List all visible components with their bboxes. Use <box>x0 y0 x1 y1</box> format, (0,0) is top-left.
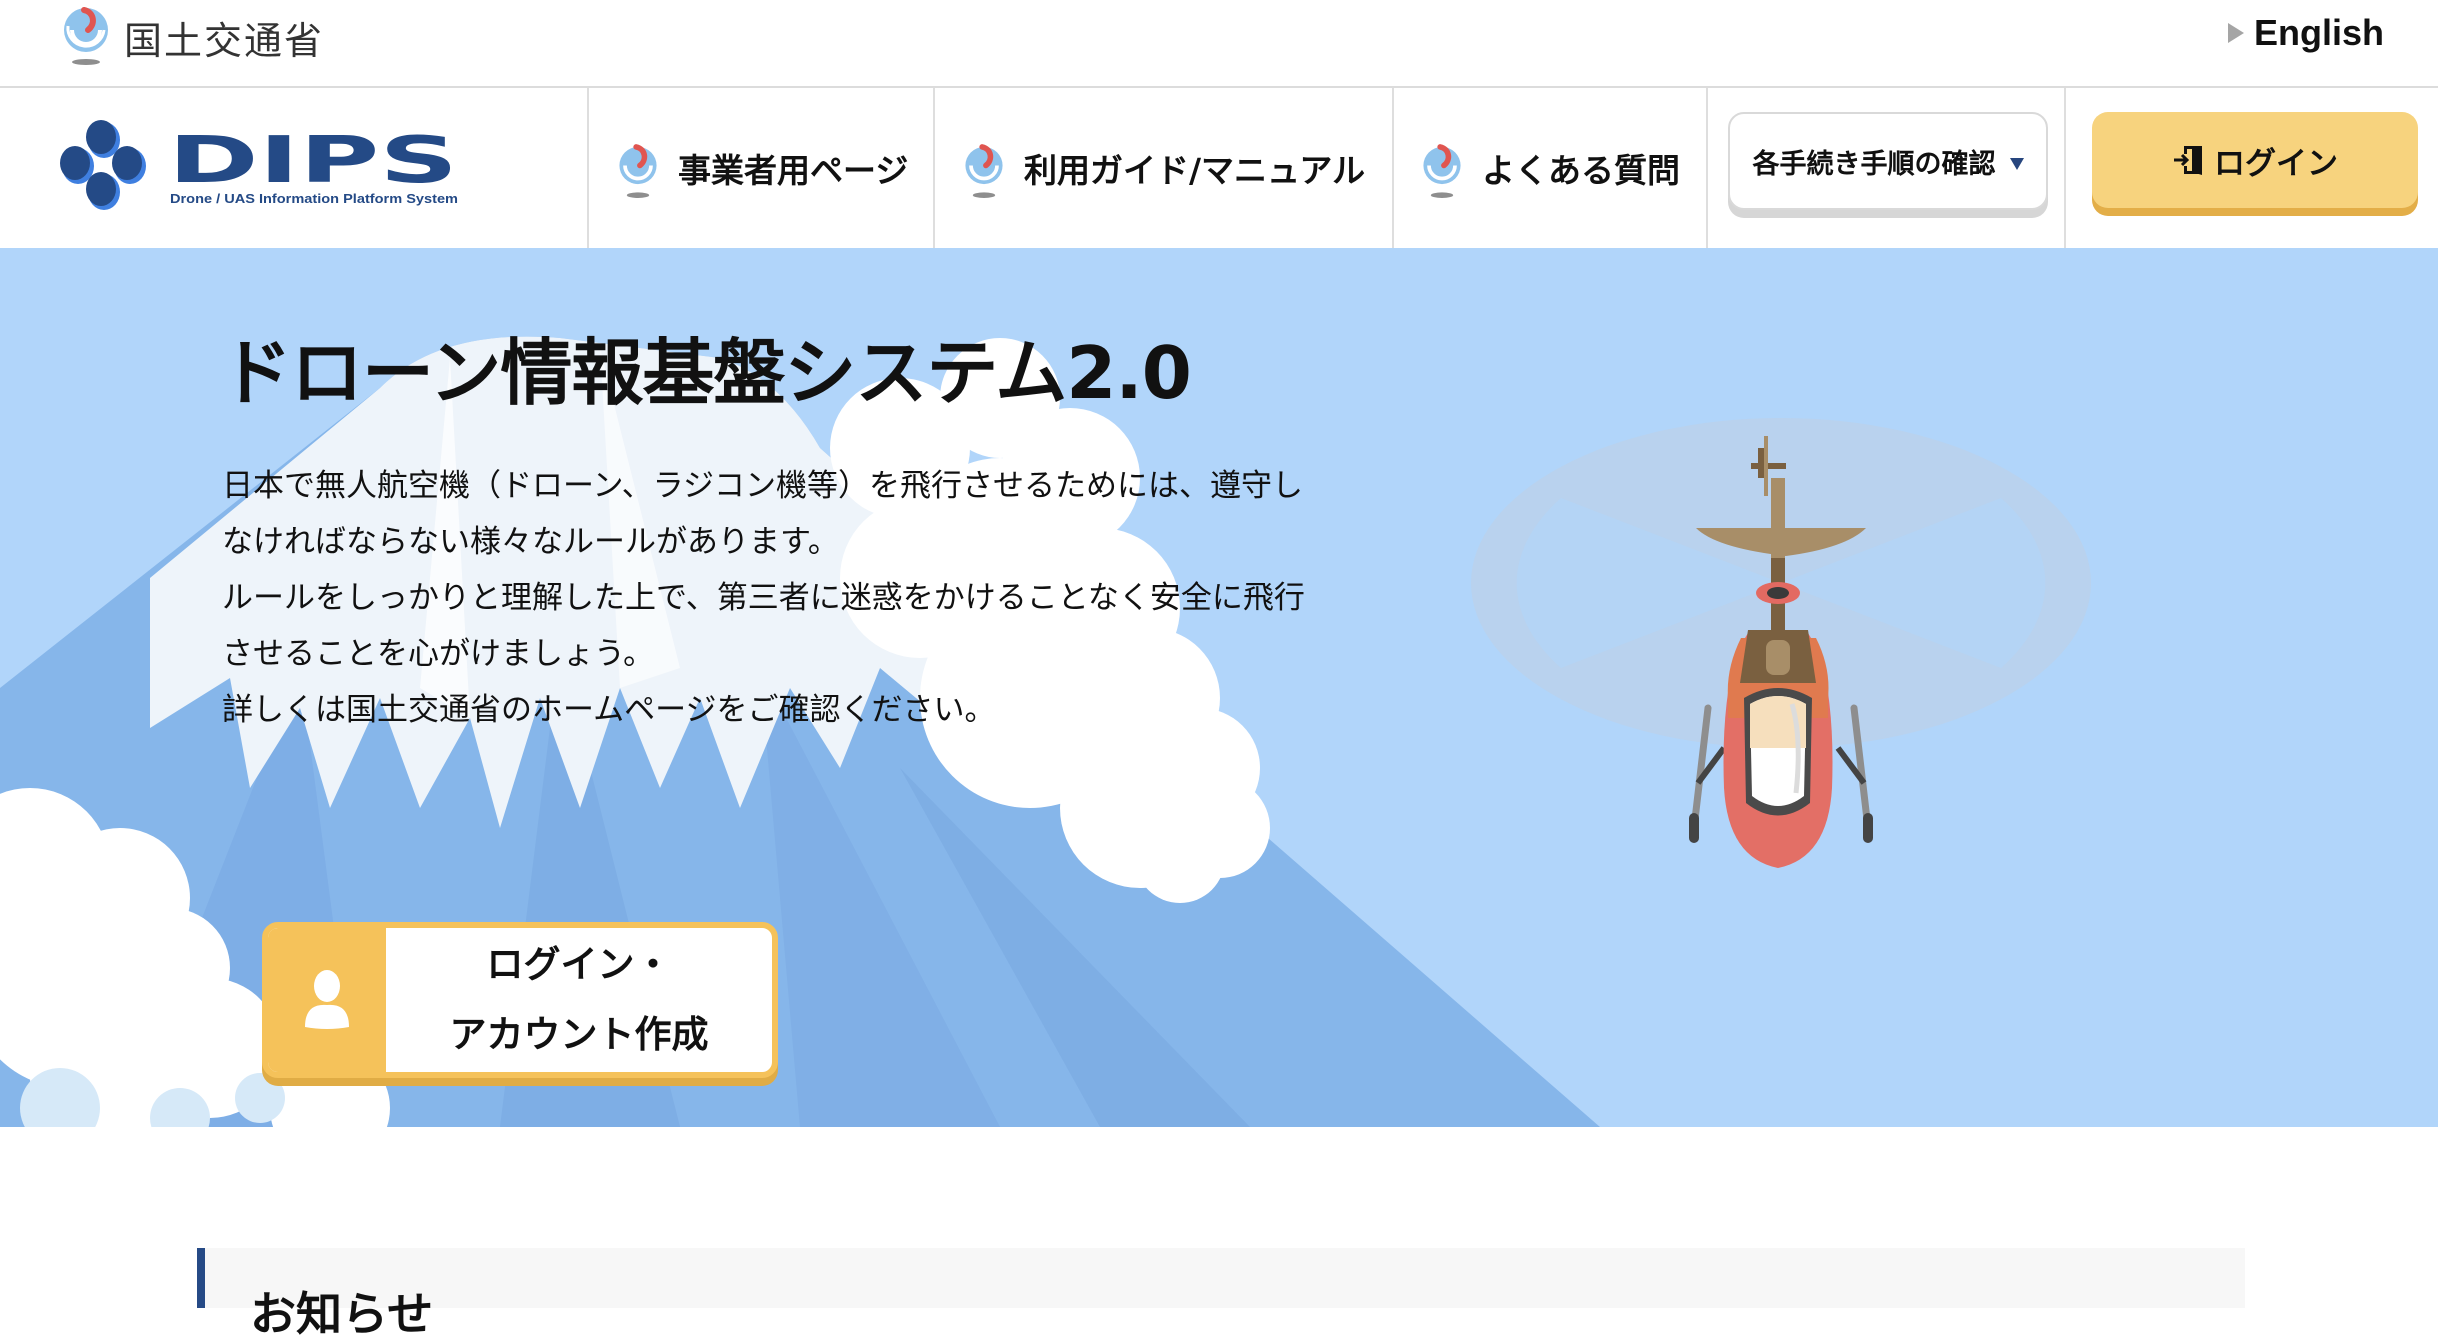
hero-section: ドローン情報基盤システム2.0 日本で無人航空機（ドローン、ラジコン機等）を飛行… <box>0 248 2438 1127</box>
account-button-line1: ログイン・ <box>486 943 672 986</box>
main-nav: DIPS Drone / UAS Information Platform Sy… <box>0 88 2438 248</box>
procedures-dropdown[interactable]: 各手続き手順の確認 <box>1728 112 2048 210</box>
mlit-emblem-icon <box>1423 144 1461 198</box>
login-door-icon <box>2174 146 2202 175</box>
account-button-label: ログイン・ アカウント作成 <box>386 928 772 1072</box>
login-button-label: ログイン <box>2214 145 2338 182</box>
nav-divider <box>933 88 935 248</box>
nav-divider <box>2064 88 2066 248</box>
caret-down-icon <box>2009 158 2024 170</box>
nav-divider <box>587 88 589 248</box>
nav-item-business-page[interactable]: 事業者用ページ <box>612 88 908 248</box>
nav-item-label: 利用ガイド/マニュアル <box>1024 151 1366 190</box>
helicopter-illustration <box>1471 418 2091 868</box>
hero-title: ドローン情報基盤システム2.0 <box>220 331 1192 415</box>
hero-description-line: なければならない様々なルールがあります。 <box>222 524 839 560</box>
hero-description-line: させることを心がけましょう。 <box>222 636 655 672</box>
triangle-right-icon <box>2227 23 2244 43</box>
hero-description-line: 詳しくは国土交通省のホームページをご確認ください。 <box>222 692 996 728</box>
nav-divider <box>1706 88 1708 248</box>
account-button-line2: アカウント作成 <box>449 1013 709 1056</box>
nav-item-faq[interactable]: よくある質問 <box>1416 88 1680 248</box>
mlit-emblem-icon <box>965 144 1003 198</box>
ministry-name: 国土交通省 <box>124 18 325 63</box>
hero-description-line: 日本で無人航空機（ドローン、ラジコン機等）を飛行させるためには、遵守し <box>222 468 1303 504</box>
dips-logo-graphic: DIPS Drone / UAS Information Platform Sy… <box>60 120 458 210</box>
nav-item-label: よくある質問 <box>1482 151 1680 190</box>
mlit-emblem-icon <box>619 144 657 198</box>
login-account-create-button[interactable]: ログイン・ アカウント作成 <box>262 922 778 1078</box>
english-link-label: English <box>2253 12 2384 53</box>
nav-divider <box>1392 88 1394 248</box>
procedures-dropdown-label: 各手続き手順の確認 <box>1752 148 1996 180</box>
user-icon <box>305 970 349 1029</box>
mlit-emblem-icon <box>64 7 108 65</box>
english-link[interactable]: English <box>2227 12 2384 54</box>
login-button[interactable]: ログイン <box>2092 112 2418 208</box>
dips-tagline: Drone / UAS Information Platform System <box>170 191 458 206</box>
hero-description-line: ルールをしっかりと理解した上で、第三者に迷惑をかけることなく安全に飛行 <box>222 580 1305 616</box>
notice-heading: お知らせ <box>250 1287 434 1341</box>
dips-logo[interactable]: DIPS Drone / UAS Information Platform Sy… <box>56 118 466 223</box>
mlit-logo[interactable]: 国土交通省 <box>58 6 324 68</box>
nav-item-user-guide[interactable]: 利用ガイド/マニュアル <box>958 88 1365 248</box>
notice-section: お知らせ <box>197 1248 2245 1341</box>
nav-item-label: 事業者用ページ <box>678 151 909 190</box>
dips-wordmark: DIPS <box>168 124 458 198</box>
user-icon-container <box>268 928 386 1072</box>
top-bar: 国土交通省 English <box>0 0 2438 88</box>
hero-description: 日本で無人航空機（ドローン、ラジコン機等）を飛行させるためには、遵守し なければ… <box>222 458 1305 738</box>
